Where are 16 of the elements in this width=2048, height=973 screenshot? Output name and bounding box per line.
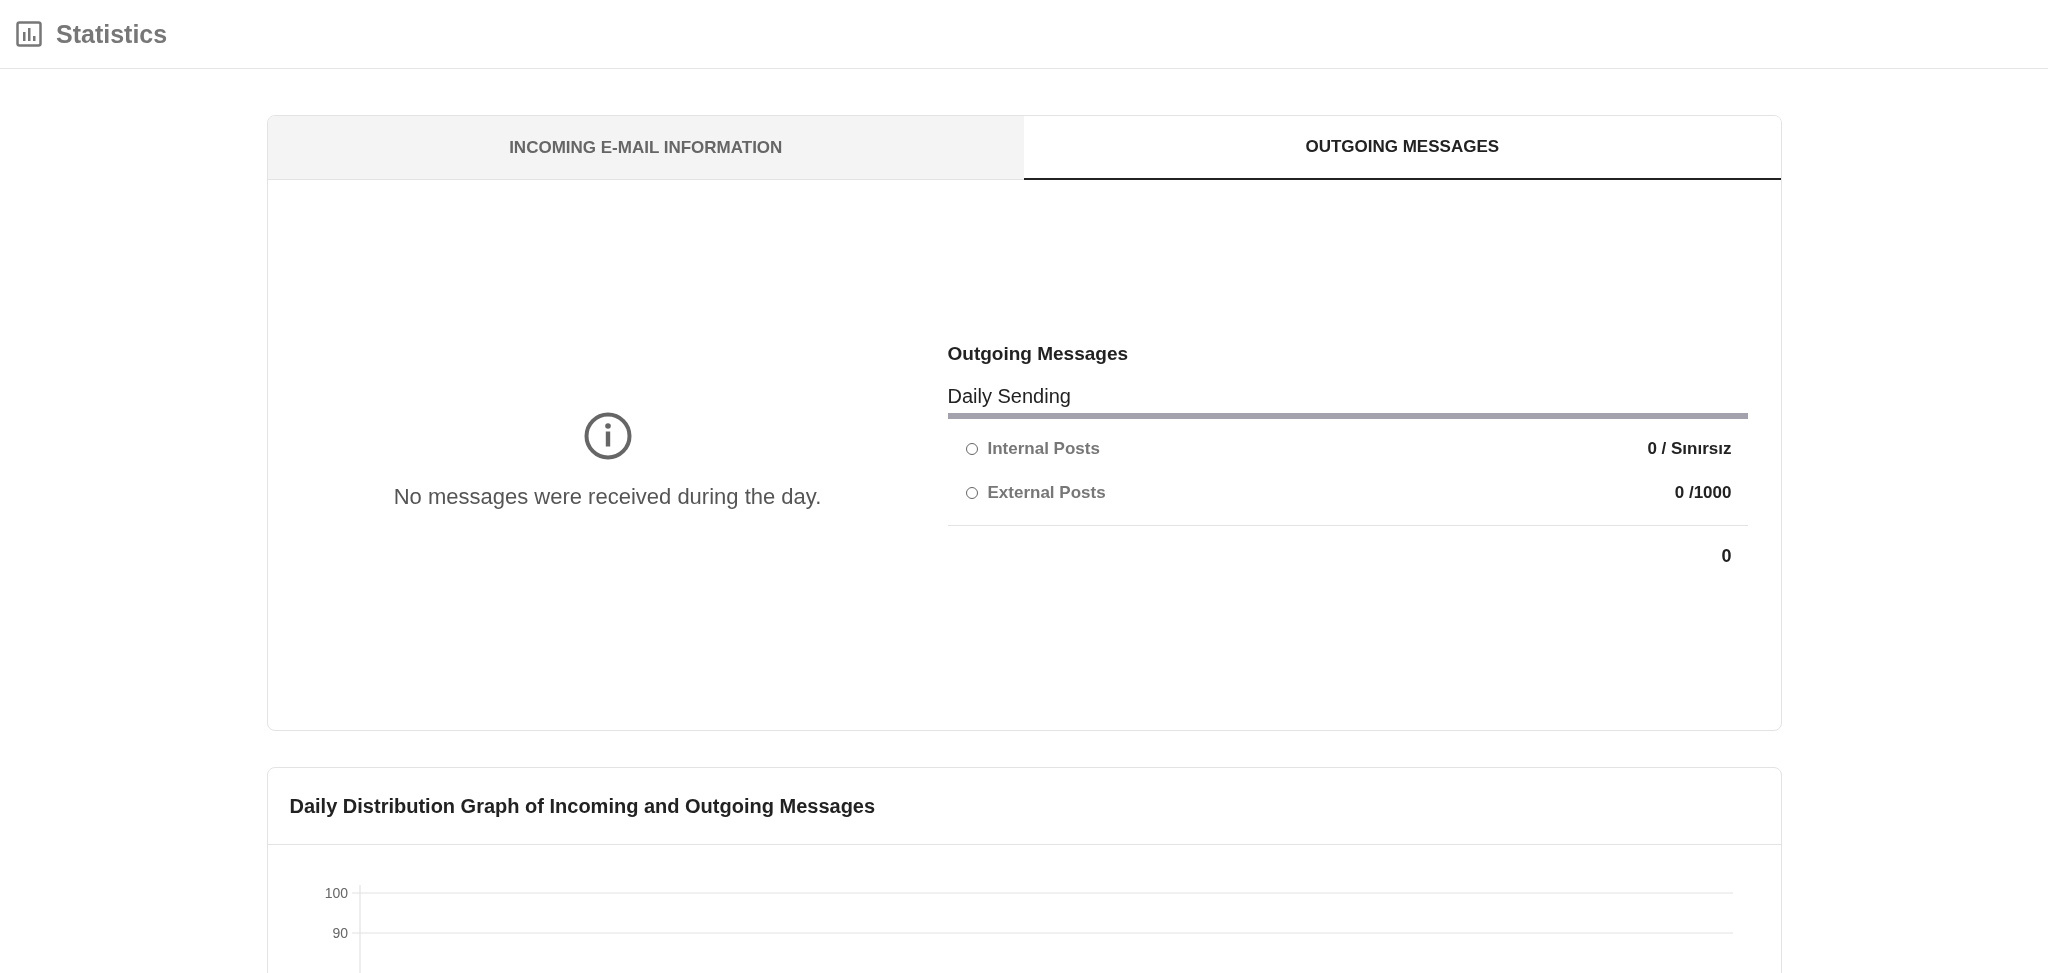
bar-chart-icon bbox=[16, 21, 42, 47]
row-label: Internal Posts bbox=[987, 439, 1100, 459]
graph-title: Daily Distribution Graph of Incoming and Outgoing Messages bbox=[289, 794, 876, 818]
tab[interactable]: OUTGOING MESSAGES bbox=[1024, 116, 1781, 180]
axis-label: 90 bbox=[331, 925, 348, 941]
row-label: External Posts bbox=[987, 483, 1106, 503]
empty-message: No messages were received during the day. bbox=[393, 484, 822, 510]
section-subtitle: Daily Sending bbox=[947, 385, 1748, 419]
section-title: Outgoing Messages bbox=[947, 343, 1130, 365]
total-value: 0 bbox=[1721, 546, 1732, 567]
row-value: 0 / Sınırsız bbox=[1647, 439, 1732, 459]
row-value: 0 /1000 bbox=[1674, 483, 1732, 503]
info-icon bbox=[583, 412, 632, 460]
page-title: Statistics bbox=[56, 19, 168, 49]
axis-label: 100 bbox=[324, 885, 348, 901]
tab[interactable]: INCOMING E-MAIL INFORMATION bbox=[267, 116, 1024, 180]
